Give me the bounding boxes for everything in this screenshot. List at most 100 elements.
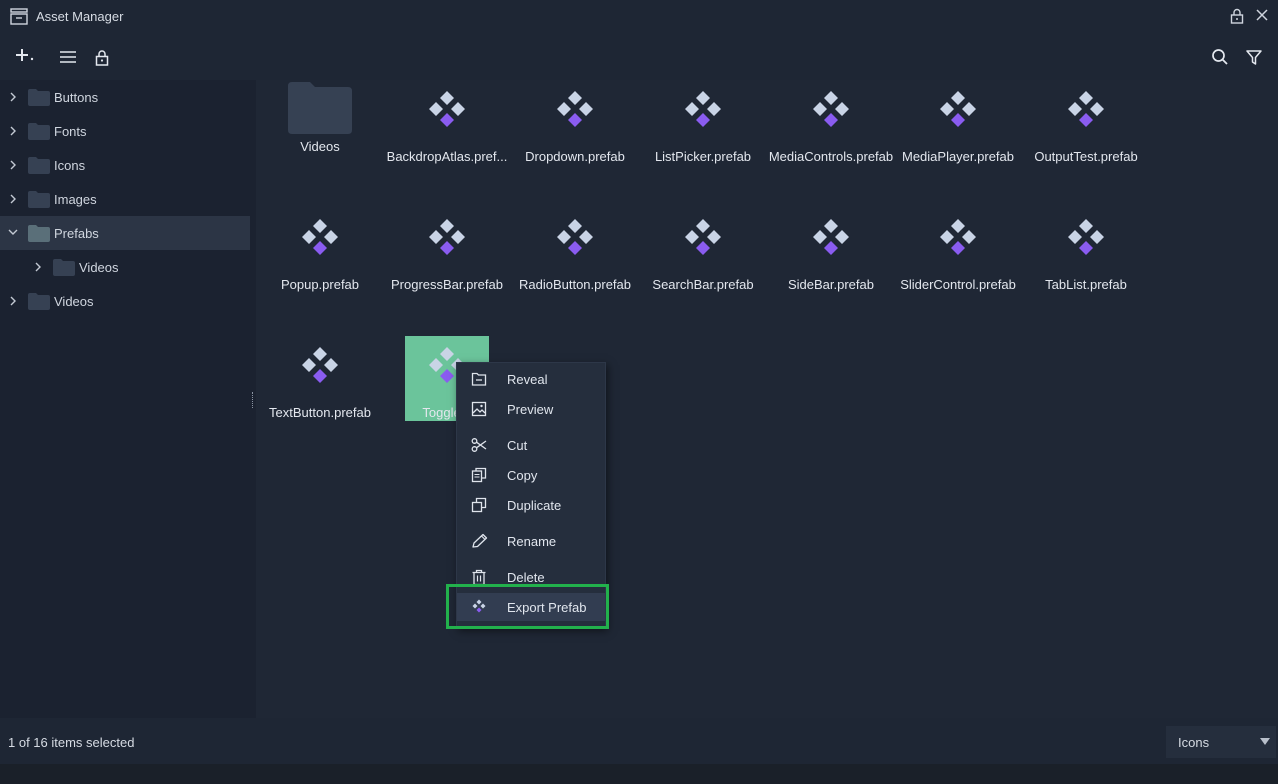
- tree-item-label: Images: [54, 192, 97, 207]
- view-mode-select[interactable]: Icons: [1166, 726, 1276, 758]
- asset-tile-prefab[interactable]: SliderControl.prefab: [894, 208, 1022, 294]
- asset-tile-prefab[interactable]: Popup.prefab: [256, 208, 384, 294]
- tree-item-buttons[interactable]: Buttons: [0, 80, 250, 114]
- asset-tile-prefab[interactable]: SideBar.prefab: [767, 208, 895, 294]
- asset-name: Popup.prefab: [280, 277, 360, 292]
- asset-tile-folder[interactable]: Videos: [256, 80, 384, 166]
- prefab-icon: [429, 91, 465, 127]
- asset-name: SideBar.prefab: [787, 277, 874, 292]
- asset-tile-prefab[interactable]: OutputTest.prefab: [1022, 80, 1150, 166]
- menu-item-label: Cut: [507, 438, 528, 453]
- window-lock-icon[interactable]: [1230, 8, 1244, 27]
- lock-icon: [95, 49, 109, 66]
- folder-icon: [28, 123, 50, 140]
- chevron-right-icon[interactable]: [8, 159, 18, 171]
- menu-item-label: Copy: [507, 468, 538, 483]
- asset-name: MediaControls.prefab: [768, 149, 894, 164]
- menu-item-label: Duplicate: [507, 498, 562, 513]
- menu-item-preview[interactable]: Preview: [457, 395, 605, 423]
- asset-name: Videos: [300, 139, 340, 154]
- dropdown-arrow-icon: [1260, 738, 1270, 745]
- asset-tile-prefab[interactable]: MediaControls.prefab: [767, 80, 895, 166]
- folder-icon: [53, 259, 75, 276]
- tree-item-label: Videos: [54, 294, 94, 309]
- filter-button[interactable]: [1243, 46, 1265, 68]
- folder-icon: [28, 225, 50, 242]
- tree-item-images[interactable]: Images: [0, 182, 250, 216]
- folder-icon: [28, 89, 50, 106]
- folder-icon: [28, 293, 50, 310]
- chevron-right-icon[interactable]: [33, 261, 43, 273]
- duplicate-icon: [471, 497, 487, 513]
- asset-name: MediaPlayer.prefab: [901, 149, 1014, 164]
- asset-name: TabList.prefab: [1045, 277, 1127, 292]
- asset-name: RadioButton.prefab: [518, 277, 632, 292]
- menu-item-duplicate[interactable]: Duplicate: [457, 491, 605, 519]
- filter-icon: [1246, 49, 1262, 65]
- prefab-icon: [557, 219, 593, 255]
- close-icon[interactable]: [1255, 8, 1269, 25]
- lock-button[interactable]: [91, 46, 113, 68]
- image-preview-icon: [471, 401, 487, 417]
- menu-item-rename[interactable]: Rename: [457, 527, 605, 555]
- asset-tile-prefab[interactable]: BackdropAtlas.pref...: [383, 80, 511, 166]
- folder-tree: Buttons Fonts Icons Images Prefabs Video…: [0, 80, 250, 718]
- window-title: Asset Manager: [36, 9, 124, 24]
- tree-item-prefabs[interactable]: Prefabs: [0, 216, 250, 250]
- asset-name: TextButton.prefab: [269, 405, 371, 420]
- tree-item-label: Prefabs: [54, 226, 99, 241]
- asset-manager-icon: [10, 8, 28, 28]
- chevron-right-icon[interactable]: [8, 91, 18, 103]
- selection-status: 1 of 16 items selected: [8, 735, 135, 750]
- asset-name: SearchBar.prefab: [652, 277, 754, 292]
- menu-item-label: Preview: [507, 402, 554, 417]
- asset-tile-prefab[interactable]: TextButton.prefab: [256, 336, 384, 422]
- asset-tile-prefab[interactable]: TabList.prefab: [1022, 208, 1150, 294]
- tree-item-fonts[interactable]: Fonts: [0, 114, 250, 148]
- chevron-right-icon[interactable]: [8, 295, 18, 307]
- tree-item-videos[interactable]: Videos: [0, 284, 250, 318]
- asset-tile-prefab[interactable]: MediaPlayer.prefab: [894, 80, 1022, 166]
- plus-dropdown-icon: [16, 49, 34, 61]
- chevron-down-icon[interactable]: [7, 227, 19, 237]
- search-icon: [1212, 49, 1228, 65]
- asset-tile-prefab[interactable]: RadioButton.prefab: [511, 208, 639, 294]
- menu-item-label: Delete: [507, 570, 545, 585]
- prefab-icon: [813, 91, 849, 127]
- menu-item-reveal[interactable]: Reveal: [457, 365, 605, 393]
- search-button[interactable]: [1209, 46, 1231, 68]
- asset-tile-prefab[interactable]: ProgressBar.prefab: [383, 208, 511, 294]
- asset-tile-prefab[interactable]: Dropdown.prefab: [511, 80, 639, 166]
- prefab-icon: [1068, 91, 1104, 127]
- asset-tile-prefab[interactable]: SearchBar.prefab: [639, 208, 767, 294]
- asset-name: ListPicker.prefab: [654, 149, 752, 164]
- menu-item-cut[interactable]: Cut: [457, 431, 605, 459]
- asset-grid: Videos BackdropAtlas.pref... Dropdown.pr…: [256, 80, 1278, 718]
- bottom-strip: [0, 764, 1278, 784]
- asset-name: SliderControl.prefab: [900, 277, 1016, 292]
- tree-item-label: Icons: [54, 158, 86, 173]
- menu-item-label: Reveal: [507, 372, 548, 387]
- prefab-icon: [302, 219, 338, 255]
- list-view-button[interactable]: [57, 46, 79, 68]
- folder-icon: [288, 82, 352, 134]
- prefab-icon: [940, 91, 976, 127]
- copy-icon: [471, 467, 487, 483]
- menu-item-copy[interactable]: Copy: [457, 461, 605, 489]
- asset-name: ProgressBar.prefab: [390, 277, 503, 292]
- add-dropdown-button[interactable]: [13, 46, 35, 68]
- tree-item-prefabs-videos[interactable]: Videos: [0, 250, 250, 284]
- hamburger-list-icon: [60, 51, 76, 63]
- chevron-right-icon[interactable]: [8, 125, 18, 137]
- folder-icon: [28, 191, 50, 208]
- pencil-icon: [472, 533, 488, 548]
- menu-item-label: Rename: [507, 534, 557, 549]
- status-bar: 1 of 16 items selected: [0, 718, 1278, 764]
- prefab-icon: [685, 219, 721, 255]
- prefab-icon: [940, 219, 976, 255]
- toolbar: [0, 34, 1278, 80]
- asset-name: OutputTest.prefab: [1034, 149, 1138, 164]
- tree-item-icons[interactable]: Icons: [0, 148, 250, 182]
- chevron-right-icon[interactable]: [8, 193, 18, 205]
- asset-tile-prefab[interactable]: ListPicker.prefab: [639, 80, 767, 166]
